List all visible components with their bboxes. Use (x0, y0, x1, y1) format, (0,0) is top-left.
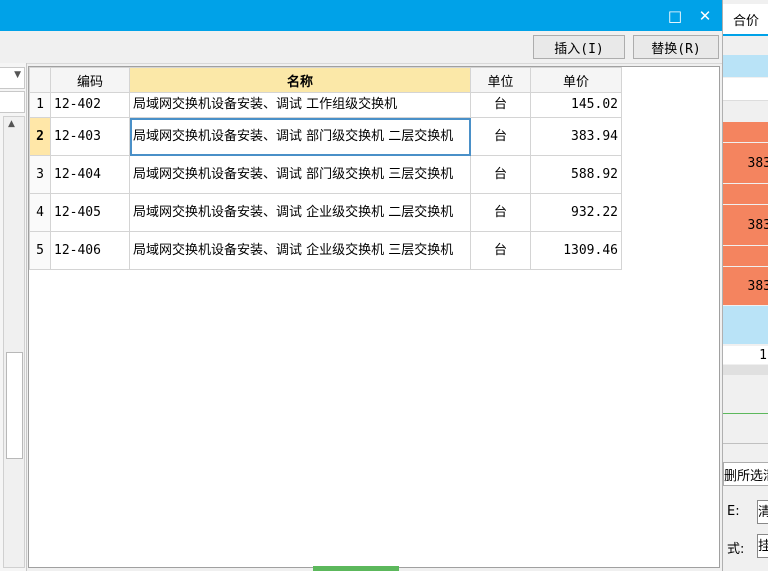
row-index[interactable]: 5 (29, 231, 51, 270)
replace-button[interactable]: 替换(R) (633, 35, 719, 59)
table-row-selected[interactable]: 2 12-403 局域网交换机设备安装、调试 部门级交换机 二层交换机 台 38… (29, 117, 622, 156)
row-index[interactable]: 3 (29, 155, 51, 194)
row-code[interactable]: 12-405 (50, 193, 130, 232)
table-row[interactable]: 4 12-405 局域网交换机设备安装、调试 企业级交换机 二层交换机 台 93… (29, 193, 622, 232)
row-unit[interactable]: 台 (470, 231, 531, 270)
tab-total-price[interactable]: 合价 (723, 4, 768, 36)
scrollbar-thumb[interactable] (6, 352, 23, 459)
right-orange-cell (723, 246, 768, 266)
table-row[interactable]: 5 12-406 局域网交换机设备安装、调试 企业级交换机 三层交换机 台 13… (29, 231, 622, 270)
row-index[interactable]: 1 (29, 92, 51, 118)
row-price[interactable]: 932.22 (530, 193, 622, 232)
row-name[interactable]: 局域网交换机设备安装、调试 企业级交换机 三层交换机 (129, 231, 471, 270)
quota-grid: 编码 名称 单位 单价 1 12-402 局域网交换机设备安装、调试 工作组级交… (28, 66, 720, 568)
row-price[interactable]: 588.92 (530, 155, 622, 194)
header-code[interactable]: 编码 (50, 67, 130, 93)
header-name[interactable]: 名称 (129, 67, 471, 93)
dialog-toolbar: 插入(I) 替换(R) (0, 31, 722, 64)
right-scroll-strip (723, 365, 768, 375)
row-price[interactable]: 145.02 (530, 92, 622, 118)
right-header-cell (723, 55, 768, 77)
right-divider (723, 413, 768, 414)
background-window-panel: 合价 383 383 383 1 删所选清 E: 清 式: 挂 (722, 0, 768, 571)
quota-table: 编码 名称 单位 单价 1 12-402 局域网交换机设备安装、调试 工作组级交… (29, 67, 622, 270)
table-row[interactable]: 1 12-402 局域网交换机设备安装、调试 工作组级交换机 台 145.02 (29, 92, 622, 118)
right-divider (723, 443, 768, 444)
vertical-scrollbar[interactable]: ▲ (3, 116, 25, 568)
scroll-up-icon[interactable]: ▲ (8, 119, 15, 129)
close-icon[interactable]: ✕ (690, 0, 720, 31)
right-orange-cell (723, 184, 768, 204)
maximize-icon[interactable]: □ (660, 0, 690, 31)
row-name[interactable]: 局域网交换机设备安装、调试 部门级交换机 二层交换机 (129, 117, 471, 156)
table-row[interactable]: 3 12-404 局域网交换机设备安装、调试 部门级交换机 三层交换机 台 58… (29, 155, 622, 194)
table-header-row: 编码 名称 单位 单价 (29, 67, 622, 93)
row-code[interactable]: 12-406 (50, 231, 130, 270)
field-label: 式: (727, 542, 745, 557)
right-value-cell: 383 (723, 143, 768, 183)
right-value-cell: 383 (723, 267, 768, 305)
field-input[interactable]: 挂 (757, 534, 768, 558)
search-input[interactable] (0, 91, 25, 113)
insert-button[interactable]: 插入(I) (533, 35, 625, 59)
row-price[interactable]: 1309.46 (530, 231, 622, 270)
field-input[interactable]: 清 (757, 500, 768, 524)
row-unit[interactable]: 台 (470, 117, 531, 156)
row-unit[interactable]: 台 (470, 193, 531, 232)
row-unit[interactable]: 台 (470, 155, 531, 194)
right-orange-cell (723, 122, 768, 142)
row-unit[interactable]: 台 (470, 92, 531, 118)
right-count-cell: 1 (723, 346, 768, 364)
right-value-cell: 383 (723, 205, 768, 245)
row-name[interactable]: 局域网交换机设备安装、调试 工作组级交换机 (129, 92, 471, 118)
row-code[interactable]: 12-402 (50, 92, 130, 118)
header-index (29, 67, 51, 93)
dialog-title-bar: □ ✕ (0, 0, 722, 31)
filter-dropdown[interactable]: ▼ (0, 67, 25, 89)
bottom-splitter[interactable] (313, 566, 399, 571)
row-code[interactable]: 12-403 (50, 117, 130, 156)
field-label: E: (727, 504, 740, 519)
header-price[interactable]: 单价 (530, 67, 622, 93)
delete-selected-button[interactable]: 删所选清 (723, 462, 768, 486)
row-code[interactable]: 12-404 (50, 155, 130, 194)
right-blue-cell (723, 306, 768, 344)
chevron-down-icon: ▼ (14, 70, 21, 80)
header-unit[interactable]: 单位 (470, 67, 531, 93)
row-name[interactable]: 局域网交换机设备安装、调试 部门级交换机 三层交换机 (129, 155, 471, 194)
row-name[interactable]: 局域网交换机设备安装、调试 企业级交换机 二层交换机 (129, 193, 471, 232)
row-price[interactable]: 383.94 (530, 117, 622, 156)
row-index[interactable]: 4 (29, 193, 51, 232)
right-empty-cell (723, 78, 768, 101)
row-index[interactable]: 2 (29, 117, 51, 156)
